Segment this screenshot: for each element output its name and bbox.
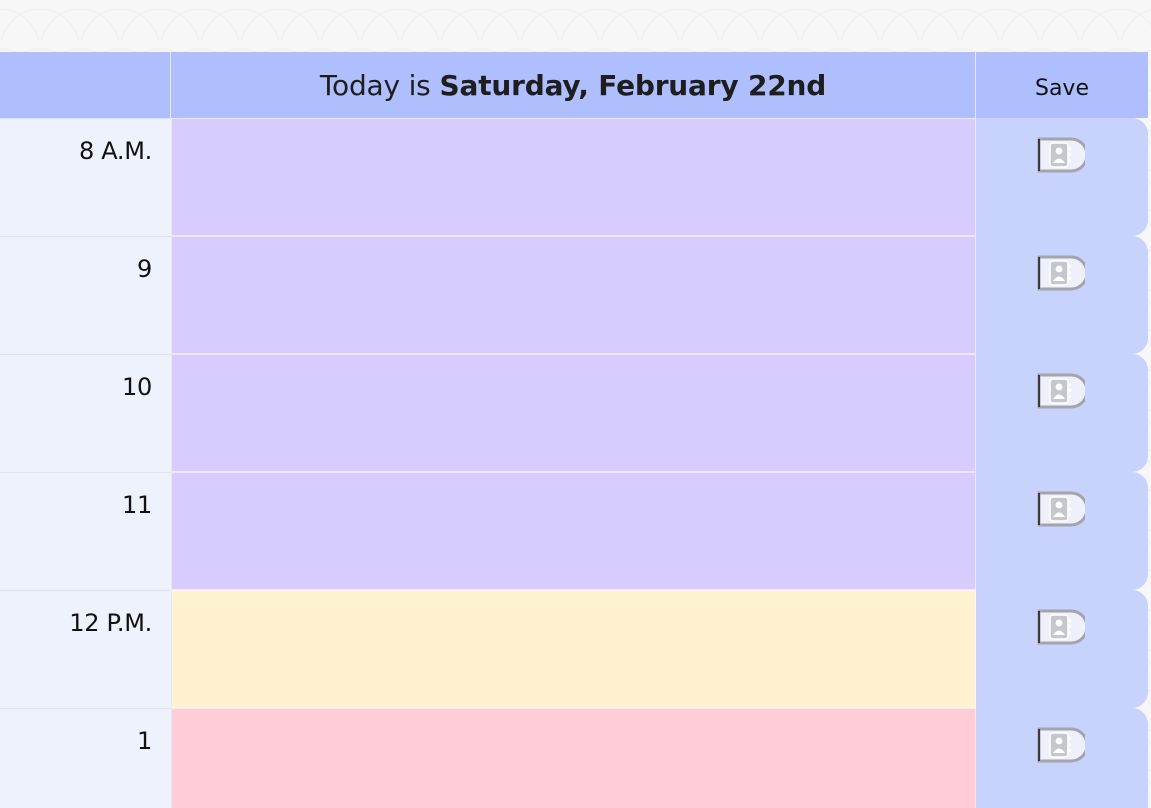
save-cell: [976, 590, 1148, 708]
address-book-icon: [1037, 609, 1089, 645]
hour-label: 10: [0, 354, 171, 472]
task-input[interactable]: [171, 590, 976, 708]
save-button[interactable]: [1037, 372, 1089, 410]
planner-header-row: Today is Saturday, February 22nd Save: [0, 52, 1148, 118]
page-header: [0, 0, 1151, 52]
save-cell: [976, 236, 1148, 354]
task-input[interactable]: [171, 236, 976, 354]
today-date: Saturday, February 22nd: [439, 68, 827, 102]
address-book-icon: [1037, 137, 1089, 173]
hour-label: 9: [0, 236, 171, 354]
today-prefix: Today is: [319, 68, 431, 102]
day-planner: Today is Saturday, February 22nd Save 8 …: [0, 52, 1148, 808]
hour-row: 8 A.M.: [0, 118, 1148, 236]
address-book-icon: [1037, 373, 1089, 409]
save-button[interactable]: [1037, 608, 1089, 646]
hour-label: 1: [0, 708, 171, 808]
save-button[interactable]: [1037, 254, 1089, 292]
header-spacer: [0, 52, 171, 118]
save-button[interactable]: [1037, 726, 1089, 764]
save-button[interactable]: [1037, 136, 1089, 174]
task-input[interactable]: [171, 708, 976, 808]
address-book-icon: [1037, 491, 1089, 527]
save-column-header: Save: [1034, 75, 1089, 101]
save-cell: [976, 354, 1148, 472]
current-day-display: Today is Saturday, February 22nd: [171, 52, 976, 118]
task-input[interactable]: [171, 118, 976, 236]
task-input[interactable]: [171, 354, 976, 472]
hour-label: 8 A.M.: [0, 118, 171, 236]
task-input[interactable]: [171, 472, 976, 590]
hour-row: 11: [0, 472, 1148, 590]
hour-row: 12 P.M.: [0, 590, 1148, 708]
address-book-icon: [1037, 255, 1089, 291]
save-cell: [976, 118, 1148, 236]
hour-rows: 8 A.M. 9 10 11 12 P.M. 1: [0, 118, 1148, 808]
hour-label: 11: [0, 472, 171, 590]
hour-label: 12 P.M.: [0, 590, 171, 708]
save-cell: [976, 708, 1148, 808]
hour-row: 10: [0, 354, 1148, 472]
hour-row: 1: [0, 708, 1148, 808]
address-book-icon: [1037, 727, 1089, 763]
hour-row: 9: [0, 236, 1148, 354]
save-cell: [976, 472, 1148, 590]
save-button[interactable]: [1037, 490, 1089, 528]
